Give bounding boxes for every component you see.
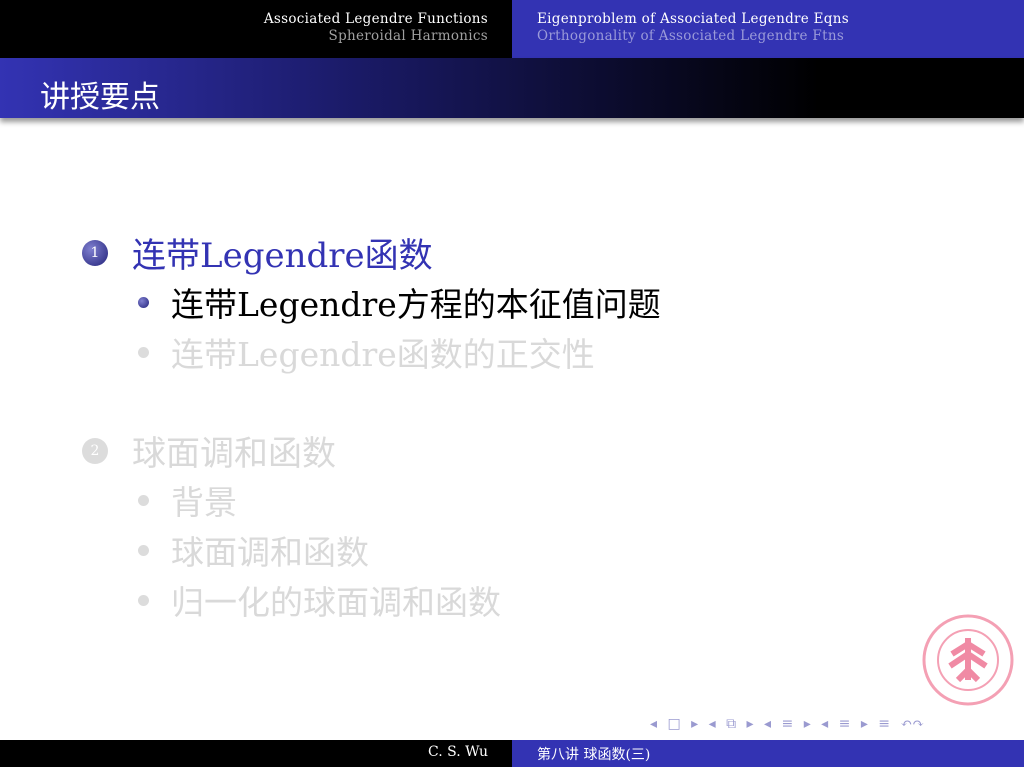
- outline-item[interactable]: 归一化的球面调和函数: [138, 576, 501, 624]
- section-label: 连带Legendre函数: [132, 236, 433, 276]
- bullet-icon: [138, 594, 149, 606]
- item-label: 背景: [171, 483, 237, 522]
- bullet-icon: [138, 494, 149, 506]
- outline-item[interactable]: 球面调和函数: [138, 526, 369, 574]
- outline-item[interactable]: 背景: [138, 476, 237, 524]
- header-right: Eigenproblem of Associated Legendre Eqns…: [512, 0, 1024, 58]
- outline-item[interactable]: 连带Legendre函数的正交性: [138, 328, 595, 376]
- item-label: 球面调和函数: [171, 533, 369, 572]
- outline-section-2[interactable]: 2 球面调和函数: [82, 426, 336, 475]
- beamer-navigation[interactable]: ◂ □ ▸ ◂ ⧉ ▸ ◂ ≡ ▸ ◂ ≡ ▸ ≡ ↶↷: [650, 716, 924, 732]
- item-label: 连带Legendre方程的本征值问题: [171, 285, 661, 324]
- bullet-icon: [138, 346, 149, 358]
- nav-section[interactable]: Spheroidal Harmonics: [0, 28, 488, 45]
- bullet-icon: [138, 296, 149, 308]
- outline-section-1[interactable]: 1 连带Legendre函数: [82, 228, 433, 277]
- item-label: 连带Legendre函数的正交性: [171, 335, 595, 374]
- nav-subsection[interactable]: Orthogonality of Associated Legendre Ftn…: [537, 28, 1024, 45]
- outline-item[interactable]: 连带Legendre方程的本征值问题: [138, 278, 661, 326]
- section-number: 2: [82, 437, 108, 464]
- footer-title: 第八讲 球函数(三): [512, 740, 1024, 767]
- university-logo: [922, 614, 1014, 706]
- item-label: 归一化的球面调和函数: [171, 583, 501, 622]
- section-number: 1: [82, 239, 108, 266]
- bullet-icon: [138, 544, 149, 556]
- frame-title: 讲授要点: [0, 58, 1024, 118]
- footer-author: C. S. Wu: [0, 740, 512, 767]
- nav-section-current[interactable]: Associated Legendre Functions: [0, 11, 488, 28]
- header-left: Associated Legendre Functions Spheroidal…: [0, 0, 512, 58]
- section-label: 球面调和函数: [132, 434, 336, 474]
- nav-subsection-current[interactable]: Eigenproblem of Associated Legendre Eqns: [537, 11, 1024, 28]
